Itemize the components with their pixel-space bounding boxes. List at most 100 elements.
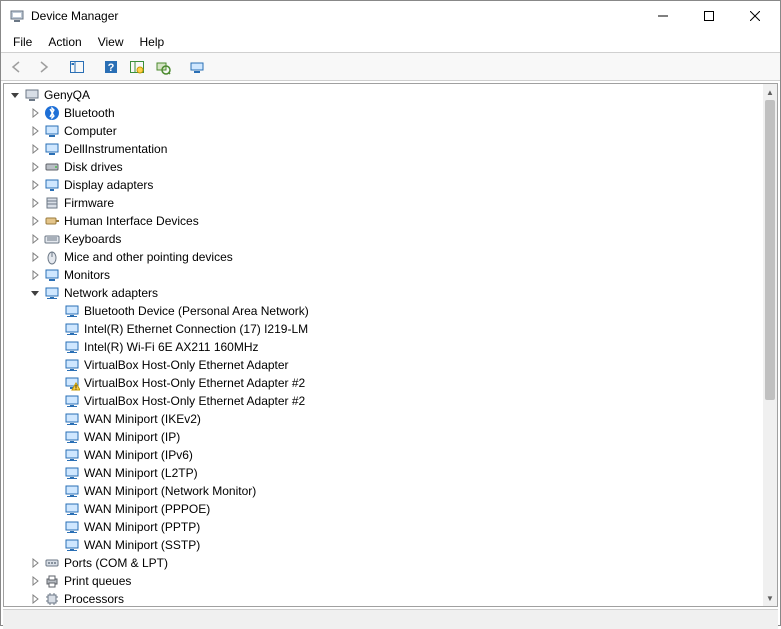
expand-icon[interactable]: [28, 124, 42, 138]
expand-icon[interactable]: [28, 232, 42, 246]
tree-node-cat-0[interactable]: Bluetooth: [24, 104, 763, 122]
menu-file[interactable]: File: [5, 33, 40, 51]
tree-node-label: Disk drives: [64, 160, 123, 174]
network-icon: [64, 393, 80, 409]
tree-node-cat-1[interactable]: Computer: [24, 122, 763, 140]
tree-node-label: Firmware: [64, 196, 114, 210]
tree-node-cat-4[interactable]: Display adapters: [24, 176, 763, 194]
tree-node-cat-12[interactable]: Print queues: [24, 572, 763, 590]
scroll-down-arrow[interactable]: ▼: [763, 590, 777, 606]
collapse-icon[interactable]: [28, 286, 42, 300]
app-icon: [9, 8, 25, 24]
tree-node-label: DellInstrumentation: [64, 142, 167, 156]
tree-node-cat-10-child-3[interactable]: VirtualBox Host-Only Ethernet Adapter: [44, 356, 763, 374]
network-warn-icon: !: [64, 375, 80, 391]
network-icon: [64, 537, 80, 553]
firmware-icon: [44, 195, 60, 211]
tree-node-cat-10-child-8[interactable]: WAN Miniport (IPv6): [44, 446, 763, 464]
tree-node-cat-10[interactable]: Network adapters: [24, 284, 763, 302]
tree-node-cat-10-child-4[interactable]: !VirtualBox Host-Only Ethernet Adapter #…: [44, 374, 763, 392]
window-title: Device Manager: [31, 9, 118, 23]
toolbar-show-hide-tree[interactable]: [65, 56, 89, 78]
keyboard-icon: [44, 231, 60, 247]
tree-node-label: WAN Miniport (PPTP): [84, 520, 200, 534]
menu-help[interactable]: Help: [132, 33, 173, 51]
maximize-button[interactable]: [686, 1, 732, 31]
display-icon: [44, 177, 60, 193]
tree-node-cat-10-child-9[interactable]: WAN Miniport (L2TP): [44, 464, 763, 482]
network-icon: [64, 339, 80, 355]
expand-icon[interactable]: [28, 160, 42, 174]
minimize-button[interactable]: [640, 1, 686, 31]
svg-text:?: ?: [108, 62, 115, 74]
network-icon: [44, 285, 60, 301]
toolbar-properties[interactable]: [125, 56, 149, 78]
tree-node-cat-7[interactable]: Keyboards: [24, 230, 763, 248]
tree-node-cat-3[interactable]: Disk drives: [24, 158, 763, 176]
tree-node-cat-10-child-12[interactable]: WAN Miniport (PPTP): [44, 518, 763, 536]
hid-icon: [44, 213, 60, 229]
mouse-icon: [44, 249, 60, 265]
tree-node-label: VirtualBox Host-Only Ethernet Adapter: [84, 358, 289, 372]
scroll-up-arrow[interactable]: ▲: [763, 84, 777, 100]
expand-icon[interactable]: [28, 574, 42, 588]
tree-node-label: WAN Miniport (IKEv2): [84, 412, 201, 426]
tree-node-cat-10-child-1[interactable]: Intel(R) Ethernet Connection (17) I219-L…: [44, 320, 763, 338]
tree-node-cat-10-child-13[interactable]: WAN Miniport (SSTP): [44, 536, 763, 554]
network-icon: [64, 501, 80, 517]
tree-node-cat-5[interactable]: Firmware: [24, 194, 763, 212]
tree-node-label: Bluetooth Device (Personal Area Network): [84, 304, 309, 318]
device-tree-wrap: GenyQABluetoothComputer DellInstrumentati…: [4, 84, 763, 606]
tree-node-label: Network adapters: [64, 286, 158, 300]
tree-node-cat-10-child-6[interactable]: WAN Miniport (IKEv2): [44, 410, 763, 428]
computer-root-icon: [24, 87, 40, 103]
scroll-thumb[interactable]: [765, 100, 775, 400]
tree-node-label: Human Interface Devices: [64, 214, 199, 228]
device-tree[interactable]: GenyQABluetoothComputer DellInstrumentati…: [4, 86, 763, 606]
tree-node-cat-10-child-11[interactable]: WAN Miniport (PPPOE): [44, 500, 763, 518]
menu-view[interactable]: View: [90, 33, 132, 51]
toolbar-devices[interactable]: [185, 56, 209, 78]
expand-icon[interactable]: [28, 592, 42, 606]
toolbar-scan[interactable]: [151, 56, 175, 78]
network-icon: [64, 519, 80, 535]
expand-icon[interactable]: [28, 268, 42, 282]
expand-icon[interactable]: [28, 196, 42, 210]
toolbar-help[interactable]: ?: [99, 56, 123, 78]
tree-node-cat-11[interactable]: Ports (COM & LPT): [24, 554, 763, 572]
tree-node-label: WAN Miniport (IP): [84, 430, 180, 444]
tree-node-cat-9[interactable]: Monitors: [24, 266, 763, 284]
close-button[interactable]: [732, 1, 778, 31]
tree-node-cat-10-child-10[interactable]: WAN Miniport (Network Monitor): [44, 482, 763, 500]
tree-node-label: WAN Miniport (L2TP): [84, 466, 198, 480]
tree-node-cat-2[interactable]: DellInstrumentation: [24, 140, 763, 158]
menu-action[interactable]: Action: [40, 33, 89, 51]
toolbar: ?: [1, 53, 780, 81]
tree-node-root[interactable]: GenyQA: [4, 86, 763, 104]
tree-node-cat-10-child-7[interactable]: WAN Miniport (IP): [44, 428, 763, 446]
tree-node-cat-10-child-0[interactable]: Bluetooth Device (Personal Area Network): [44, 302, 763, 320]
collapse-icon[interactable]: [8, 88, 22, 102]
expand-icon[interactable]: [28, 106, 42, 120]
tree-node-cat-6[interactable]: Human Interface Devices: [24, 212, 763, 230]
toolbar-forward: [31, 56, 55, 78]
disk-icon: [44, 159, 60, 175]
tree-node-cat-10-child-2[interactable]: Intel(R) Wi-Fi 6E AX211 160MHz: [44, 338, 763, 356]
network-icon: [64, 321, 80, 337]
expand-icon[interactable]: [28, 214, 42, 228]
statusbar: [3, 609, 778, 629]
expand-icon[interactable]: [28, 142, 42, 156]
tree-node-label: Mice and other pointing devices: [64, 250, 233, 264]
ports-icon: [44, 555, 60, 571]
tree-node-cat-8[interactable]: Mice and other pointing devices: [24, 248, 763, 266]
vertical-scrollbar[interactable]: ▲ ▼: [763, 84, 777, 606]
tree-node-label: Keyboards: [64, 232, 121, 246]
expand-icon[interactable]: [28, 178, 42, 192]
tree-node-cat-13[interactable]: Processors: [24, 590, 763, 606]
monitor-icon: [44, 267, 60, 283]
tree-node-cat-10-child-5[interactable]: VirtualBox Host-Only Ethernet Adapter #2: [44, 392, 763, 410]
computer-icon: [44, 123, 60, 139]
expand-icon[interactable]: [28, 250, 42, 264]
expand-icon[interactable]: [28, 556, 42, 570]
tree-node-label: Intel(R) Ethernet Connection (17) I219-L…: [84, 322, 308, 336]
